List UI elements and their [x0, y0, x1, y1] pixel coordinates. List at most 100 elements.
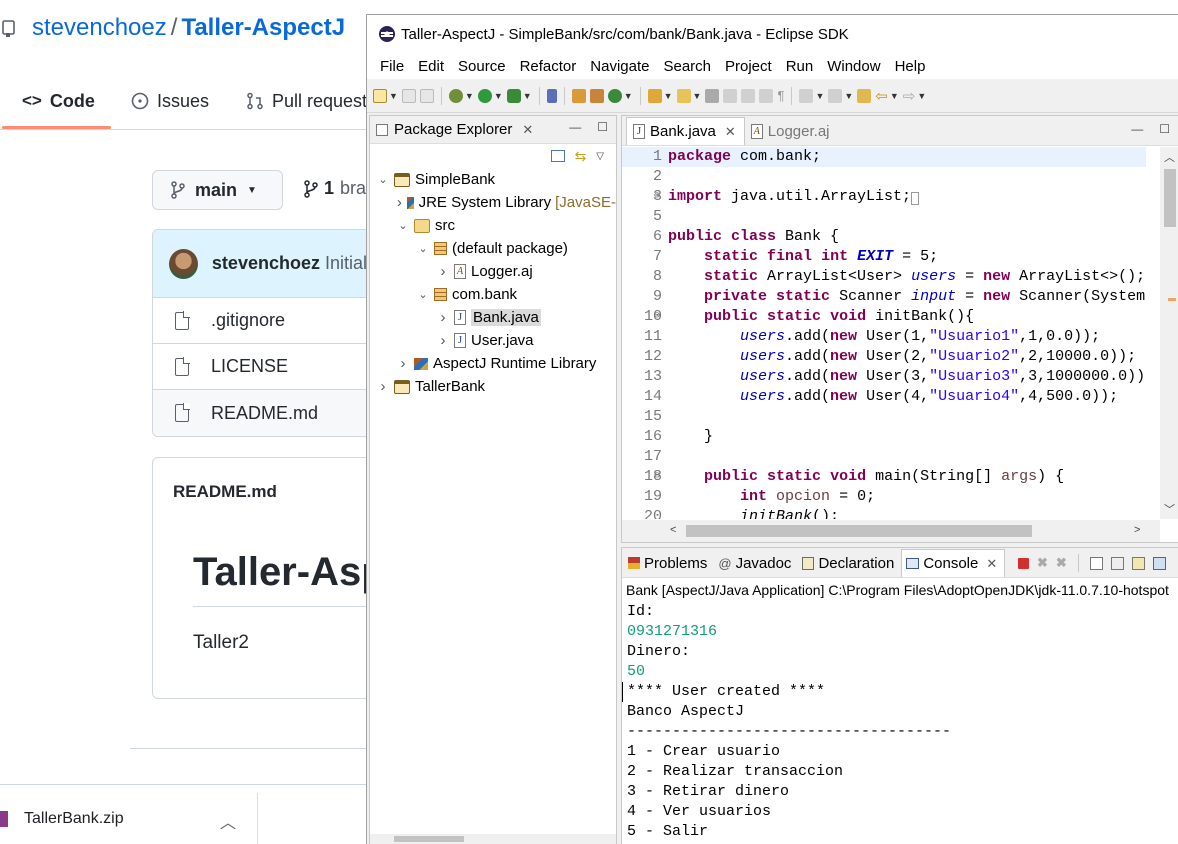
overview-ruler-marker[interactable] [1168, 298, 1176, 301]
file-name[interactable]: .gitignore [211, 310, 285, 331]
avatar[interactable] [169, 248, 198, 279]
branches-link[interactable]: 1 bra [304, 178, 366, 199]
remove-all-launches-icon[interactable]: ✖ [1056, 555, 1067, 571]
download-item[interactable]: TallerBank.zip [24, 810, 124, 828]
chevron-right-icon[interactable]: › [396, 355, 410, 372]
last-edit-icon[interactable] [857, 86, 872, 106]
tree-item[interactable]: › A Logger.aj [370, 260, 616, 283]
branch-selector-button[interactable]: main ▼ [152, 170, 283, 210]
commit-author[interactable]: stevenchoez [212, 253, 320, 274]
new-icon[interactable]: ▼ [373, 86, 398, 106]
display-console-icon[interactable] [1152, 556, 1166, 570]
code-line[interactable]: 18 ⊖ public static void main(String[] arg… [622, 467, 1146, 487]
clear-console-icon[interactable] [1089, 556, 1103, 570]
menu-search[interactable]: Search [656, 58, 718, 75]
close-icon[interactable]: ✕ [725, 124, 736, 140]
menu-navigate[interactable]: Navigate [583, 58, 656, 75]
maximize-icon[interactable]: ☐ [597, 120, 608, 134]
tree-item[interactable]: › AspectJ Runtime Library [370, 352, 616, 375]
code-line[interactable]: 9 private static Scanner input = new Sca… [622, 287, 1146, 307]
minimize-icon[interactable]: — [569, 120, 581, 134]
chevron-right-icon[interactable]: › [436, 309, 450, 326]
code-line[interactable]: 20 initBank(); [622, 507, 1146, 519]
remove-launch-icon[interactable]: ✖ [1037, 555, 1048, 571]
back-arrow-icon[interactable]: ⇦ ▼ [875, 86, 899, 106]
save-icon[interactable] [401, 86, 416, 106]
chevron-up-icon[interactable]: ︿ [220, 809, 236, 833]
menu-help[interactable]: Help [888, 58, 933, 75]
code-line[interactable]: 7 static final int EXIT = 5; [622, 247, 1146, 267]
new-package-icon[interactable] [589, 86, 604, 106]
tab-code[interactable]: <> Code [22, 88, 95, 114]
run-external-icon[interactable]: ▼ [506, 86, 532, 106]
close-icon[interactable]: ✕ [986, 556, 997, 572]
vertical-scrollbar[interactable]: ︿ ﹀ [1160, 147, 1178, 519]
file-row[interactable]: LICENSE [153, 344, 366, 390]
collapse-fold-icon[interactable]: ⊖ [654, 467, 660, 487]
tree-item[interactable]: › J Bank.java [370, 306, 616, 329]
pencil-icon[interactable] [723, 86, 738, 106]
code-line[interactable]: 6 public class Bank { [622, 227, 1146, 247]
tree-item[interactable]: › J User.java [370, 329, 616, 352]
chevron-down-icon[interactable]: ⌄ [376, 173, 390, 186]
link-with-editor-icon[interactable]: ⇆ [575, 148, 587, 165]
repo-name-link[interactable]: Taller-AspectJ [181, 14, 345, 41]
close-icon[interactable]: ✕ [522, 122, 533, 138]
skip-breakpoints-icon[interactable] [546, 86, 557, 106]
run-icon[interactable]: ▼ [477, 86, 503, 106]
tab-issues[interactable]: Issues [131, 88, 209, 114]
tab-declaration[interactable]: Declaration [798, 549, 901, 577]
word-wrap-icon[interactable] [1131, 556, 1145, 570]
chevron-down-icon[interactable]: ⌄ [396, 219, 410, 232]
scroll-right-icon[interactable]: > [1134, 524, 1140, 536]
tree-item[interactable]: ⌄ com.bank [370, 283, 616, 306]
menu-project[interactable]: Project [718, 58, 779, 75]
new-class-icon[interactable]: ▼ [607, 86, 633, 106]
collapse-fold-icon[interactable]: ⊖ [654, 307, 660, 327]
file-row[interactable]: README.md [153, 390, 366, 436]
tab-problems[interactable]: Problems [624, 549, 714, 577]
tree-item[interactable]: ⌄ SimpleBank [370, 168, 616, 191]
chevron-right-icon[interactable]: › [436, 263, 450, 280]
menu-run[interactable]: Run [779, 58, 821, 75]
chevron-right-icon[interactable]: › [396, 194, 403, 211]
toggle-mark-icon[interactable] [741, 86, 756, 106]
block-selection-icon[interactable] [759, 86, 774, 106]
previous-annotation-icon[interactable]: ▼ [828, 86, 853, 106]
menu-source[interactable]: Source [451, 58, 513, 75]
editor-tab-logger-aj[interactable]: A Logger.aj [745, 117, 838, 145]
expand-fold-icon[interactable]: ⊕ [654, 187, 660, 207]
repo-owner-link[interactable]: stevenchoez [32, 14, 167, 41]
code-line[interactable]: 13 users.add(new User(3,"Usuario3",3,100… [622, 367, 1146, 387]
tab-javadoc[interactable]: @ Javadoc [714, 549, 798, 577]
horizontal-scrollbar[interactable] [370, 834, 616, 844]
code-line[interactable]: 10 ⊖ public static void initBank(){ [622, 307, 1146, 327]
code-line[interactable]: 2 [622, 167, 1146, 187]
code-line[interactable]: 15 [622, 407, 1146, 427]
code-line[interactable]: 11 users.add(new User(1,"Usuario1",1,0.0… [622, 327, 1146, 347]
annotation-icon[interactable] [705, 86, 720, 106]
menu-window[interactable]: Window [820, 58, 887, 75]
file-name[interactable]: LICENSE [211, 356, 288, 377]
scroll-left-icon[interactable]: < [670, 524, 676, 536]
scroll-lock-icon[interactable] [1110, 556, 1124, 570]
tree-item[interactable]: ⌄ src [370, 214, 616, 237]
collapse-all-icon[interactable] [550, 150, 565, 162]
code-line[interactable]: 8 static ArrayList<User> users = new Arr… [622, 267, 1146, 287]
code-line[interactable]: 14 users.add(new User(4,"Usuario4",4,500… [622, 387, 1146, 407]
code-line[interactable]: 1 package com.bank; [622, 147, 1146, 167]
whitespace-icon[interactable]: ¶ [777, 86, 784, 106]
terminate-icon[interactable] [1018, 557, 1029, 569]
scroll-thumb[interactable] [1164, 169, 1176, 227]
open-folder-icon[interactable]: ▼ [676, 86, 701, 106]
menu-refactor[interactable]: Refactor [513, 58, 584, 75]
menu-file[interactable]: File [373, 58, 411, 75]
scroll-thumb[interactable] [686, 525, 1032, 537]
scroll-down-icon[interactable]: ﹀ [1164, 501, 1175, 517]
chevron-right-icon[interactable]: › [436, 332, 450, 349]
view-menu-icon[interactable]: ▽ [596, 151, 604, 162]
minimize-icon[interactable]: — [1131, 122, 1143, 136]
next-annotation-icon[interactable]: ▼ [799, 86, 824, 106]
scroll-up-icon[interactable]: ︿ [1164, 149, 1175, 165]
tree-item[interactable]: ⌄ (default package) [370, 237, 616, 260]
